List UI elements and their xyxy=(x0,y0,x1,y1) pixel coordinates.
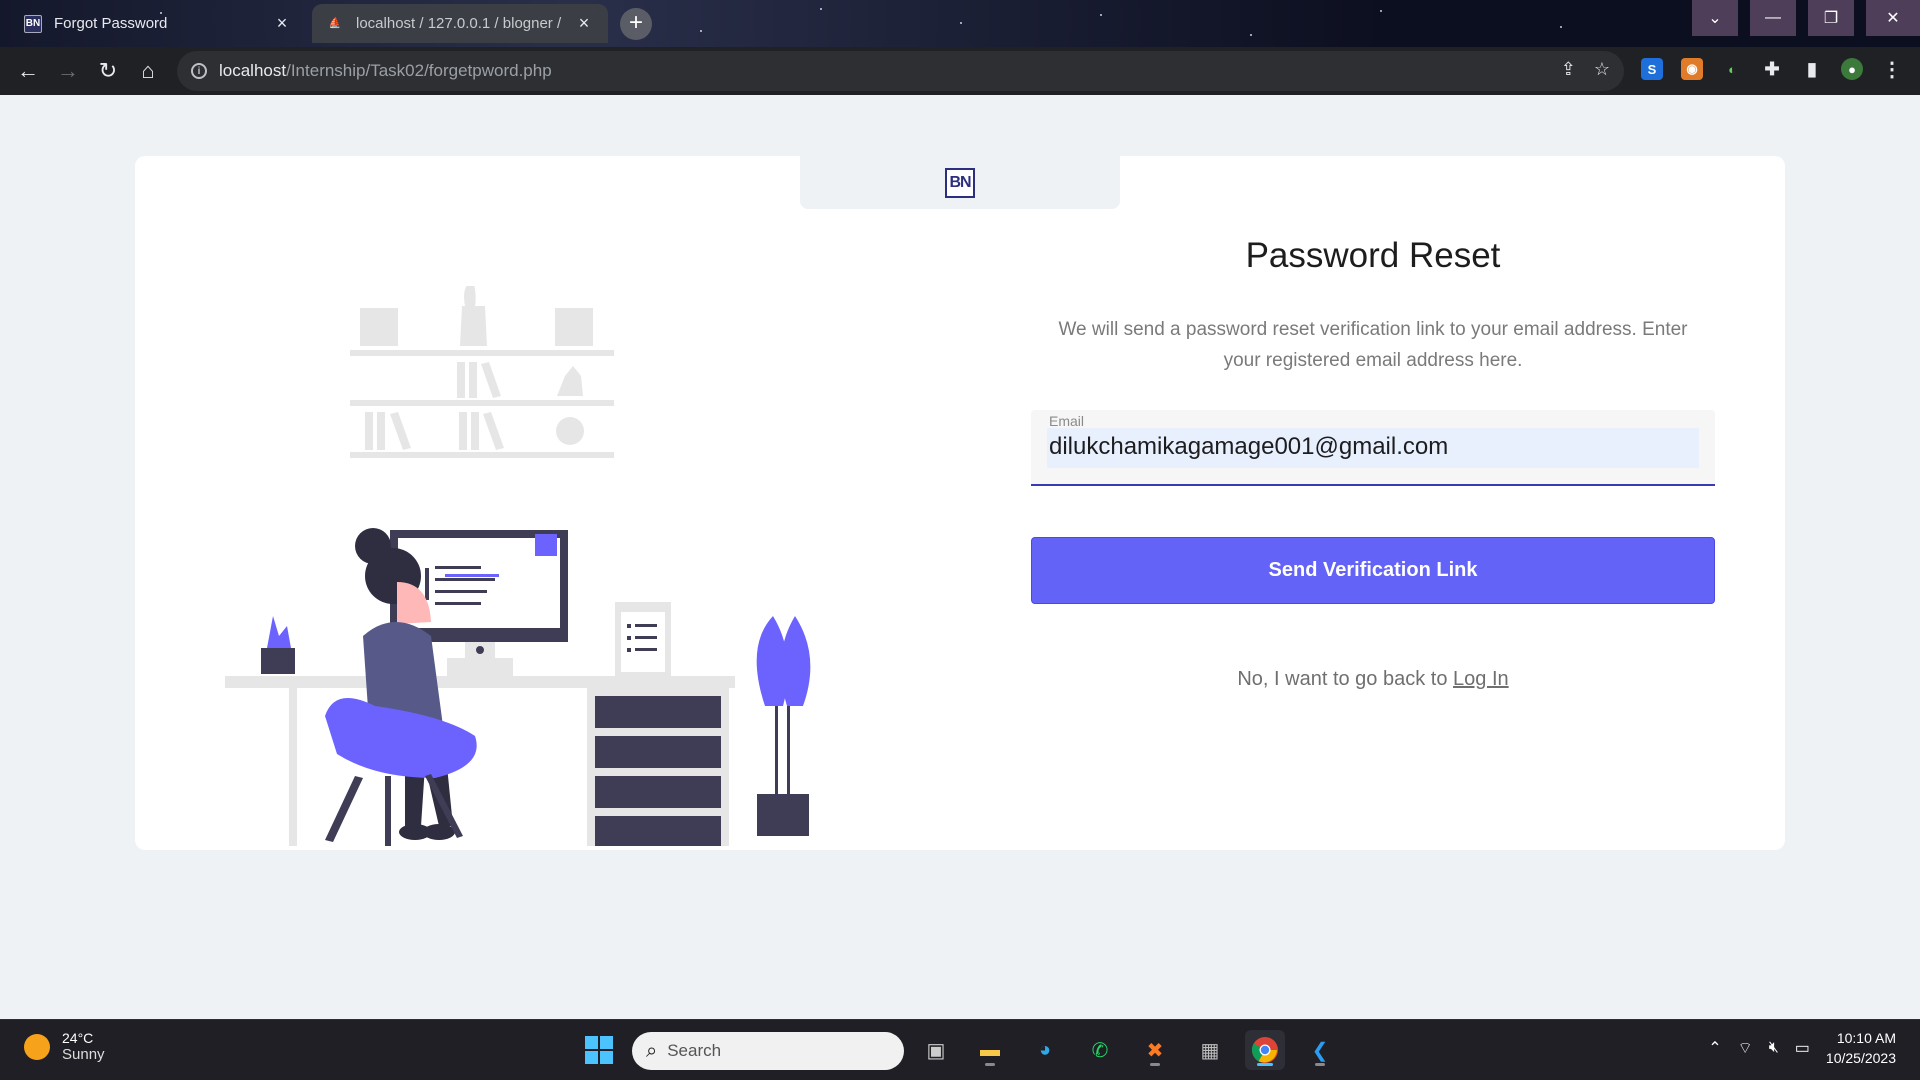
email-input[interactable] xyxy=(1049,428,1689,466)
system-tray: ⌃ ⌔ 🔇︎ ▭ 10:10 AM 10/25/2023 xyxy=(1708,1028,1896,1068)
menu-kebab-icon[interactable]: ⋮ xyxy=(1881,58,1903,81)
xampp-icon[interactable]: ✖ xyxy=(1135,1030,1175,1070)
weather-temp: 24°C xyxy=(62,1030,94,1046)
url-path: /Internship/Task02/forgetpword.php xyxy=(286,61,552,80)
phpmyadmin-favicon-icon: ⛵ xyxy=(328,18,342,29)
star xyxy=(960,22,962,24)
star xyxy=(1250,34,1252,36)
back-arrow-icon[interactable]: ← xyxy=(8,51,48,91)
start-windows-icon[interactable] xyxy=(579,1030,619,1070)
extension-camera-icon[interactable]: ◉ xyxy=(1681,58,1703,80)
restore-icon[interactable]: ❐ xyxy=(1808,0,1854,36)
extensions-puzzle-icon[interactable]: ✚ xyxy=(1761,58,1783,80)
extension-globe-icon[interactable]: ◐ xyxy=(1721,58,1743,80)
share-icon[interactable]: ⇪ xyxy=(1561,59,1576,80)
close-icon[interactable]: × xyxy=(272,13,292,34)
window-close-icon[interactable]: ✕ xyxy=(1866,0,1920,36)
site-info-icon[interactable]: i xyxy=(191,63,207,79)
reset-description: We will send a password reset verificati… xyxy=(1058,319,1688,371)
reset-form: Password Reset We will send a password r… xyxy=(1031,236,1715,691)
side-panel-icon[interactable]: ▮ xyxy=(1801,58,1823,80)
email-label: Email xyxy=(1049,413,1085,429)
volume-muted-icon[interactable]: 🔇︎ xyxy=(1769,1039,1779,1057)
page-title: Password Reset xyxy=(1245,236,1501,275)
star xyxy=(1560,26,1562,28)
reset-card: BN Password Reset We will send a passwor… xyxy=(135,156,1785,850)
new-tab-button[interactable]: + xyxy=(620,8,652,40)
home-icon[interactable]: ⌂ xyxy=(128,51,168,91)
chevron-up-icon[interactable]: ⌃ xyxy=(1708,1038,1721,1058)
chrome-icon[interactable] xyxy=(1245,1030,1285,1070)
task-view-icon[interactable]: ▣ xyxy=(916,1030,956,1070)
url-host: localhost xyxy=(219,61,287,80)
minimize-icon[interactable]: — xyxy=(1750,0,1796,36)
login-link[interactable]: Log In xyxy=(1453,668,1509,690)
clock[interactable]: 10:10 AM 10/25/2023 xyxy=(1826,1028,1896,1068)
search-icon: ⌕ xyxy=(646,1039,658,1062)
weather-condition: Sunny xyxy=(62,1046,105,1063)
vscode-icon[interactable]: ❮ xyxy=(1300,1030,1340,1070)
weather-widget[interactable]: 24°C Sunny xyxy=(24,1030,105,1063)
search-placeholder: Search xyxy=(667,1041,722,1060)
logo-tab: BN xyxy=(800,156,1120,209)
clock-date: 10/25/2023 xyxy=(1825,1050,1896,1066)
address-bar[interactable]: i localhost /Internship/Task02/forgetpwo… xyxy=(177,51,1624,91)
bookmark-star-icon[interactable]: ☆ xyxy=(1594,59,1610,80)
battery-icon[interactable]: ▭ xyxy=(1795,1038,1810,1058)
clock-time: 10:10 AM xyxy=(1836,1030,1896,1046)
tab-strip: BN Forgot Password × ⛵ localhost / 127.0… xyxy=(0,0,1920,47)
reload-icon[interactable]: ↻ xyxy=(88,51,128,91)
back-to-login-text: No, I want to go back to Log In xyxy=(1031,668,1715,691)
tab-search-icon[interactable]: ⌄ xyxy=(1692,0,1738,36)
extension-s-icon[interactable]: S xyxy=(1641,58,1663,80)
file-explorer-icon[interactable]: ▬ xyxy=(970,1030,1010,1070)
tab-phpmyadmin[interactable]: ⛵ localhost / 127.0.0.1 / blogner / × xyxy=(312,4,608,43)
star xyxy=(1380,10,1382,12)
profile-avatar[interactable]: ● xyxy=(1841,58,1863,80)
whatsapp-icon[interactable]: ✆ xyxy=(1080,1030,1120,1070)
taskbar: 24°C Sunny ⌕ Search ▣ ▬ ◕ ✆ ✖ ▦ ❮ ⌃ ⌔ 🔇︎… xyxy=(0,1019,1920,1080)
bn-logo[interactable]: BN xyxy=(945,167,975,198)
star xyxy=(700,30,702,32)
back-prompt: No, I want to go back to xyxy=(1237,668,1454,690)
wifi-icon[interactable]: ⌔ xyxy=(1738,1038,1753,1058)
star xyxy=(820,8,822,10)
star xyxy=(1100,14,1102,16)
calculator-icon[interactable]: ▦ xyxy=(1190,1030,1230,1070)
email-field[interactable]: Email xyxy=(1031,410,1715,486)
forward-arrow-icon[interactable]: → xyxy=(48,51,88,91)
close-icon[interactable]: × xyxy=(574,13,594,34)
sun-icon xyxy=(24,1033,50,1060)
tab-title: localhost / 127.0.0.1 / blogner / xyxy=(356,15,562,32)
desk-illustration xyxy=(225,286,811,846)
edge-icon[interactable]: ◕ xyxy=(1025,1030,1065,1070)
send-verification-link-button[interactable]: Send Verification Link xyxy=(1031,537,1715,604)
browser-toolbar: ← → ↻ ⌂ i localhost /Internship/Task02/f… xyxy=(0,47,1920,95)
page-content: BN Password Reset We will send a passwor… xyxy=(0,95,1920,1019)
tab-forgot-password[interactable]: BN Forgot Password × xyxy=(10,4,306,43)
taskbar-search[interactable]: ⌕ Search xyxy=(632,1032,904,1070)
tab-title: Forgot Password xyxy=(54,15,168,32)
bn-favicon-icon: BN xyxy=(24,14,42,33)
